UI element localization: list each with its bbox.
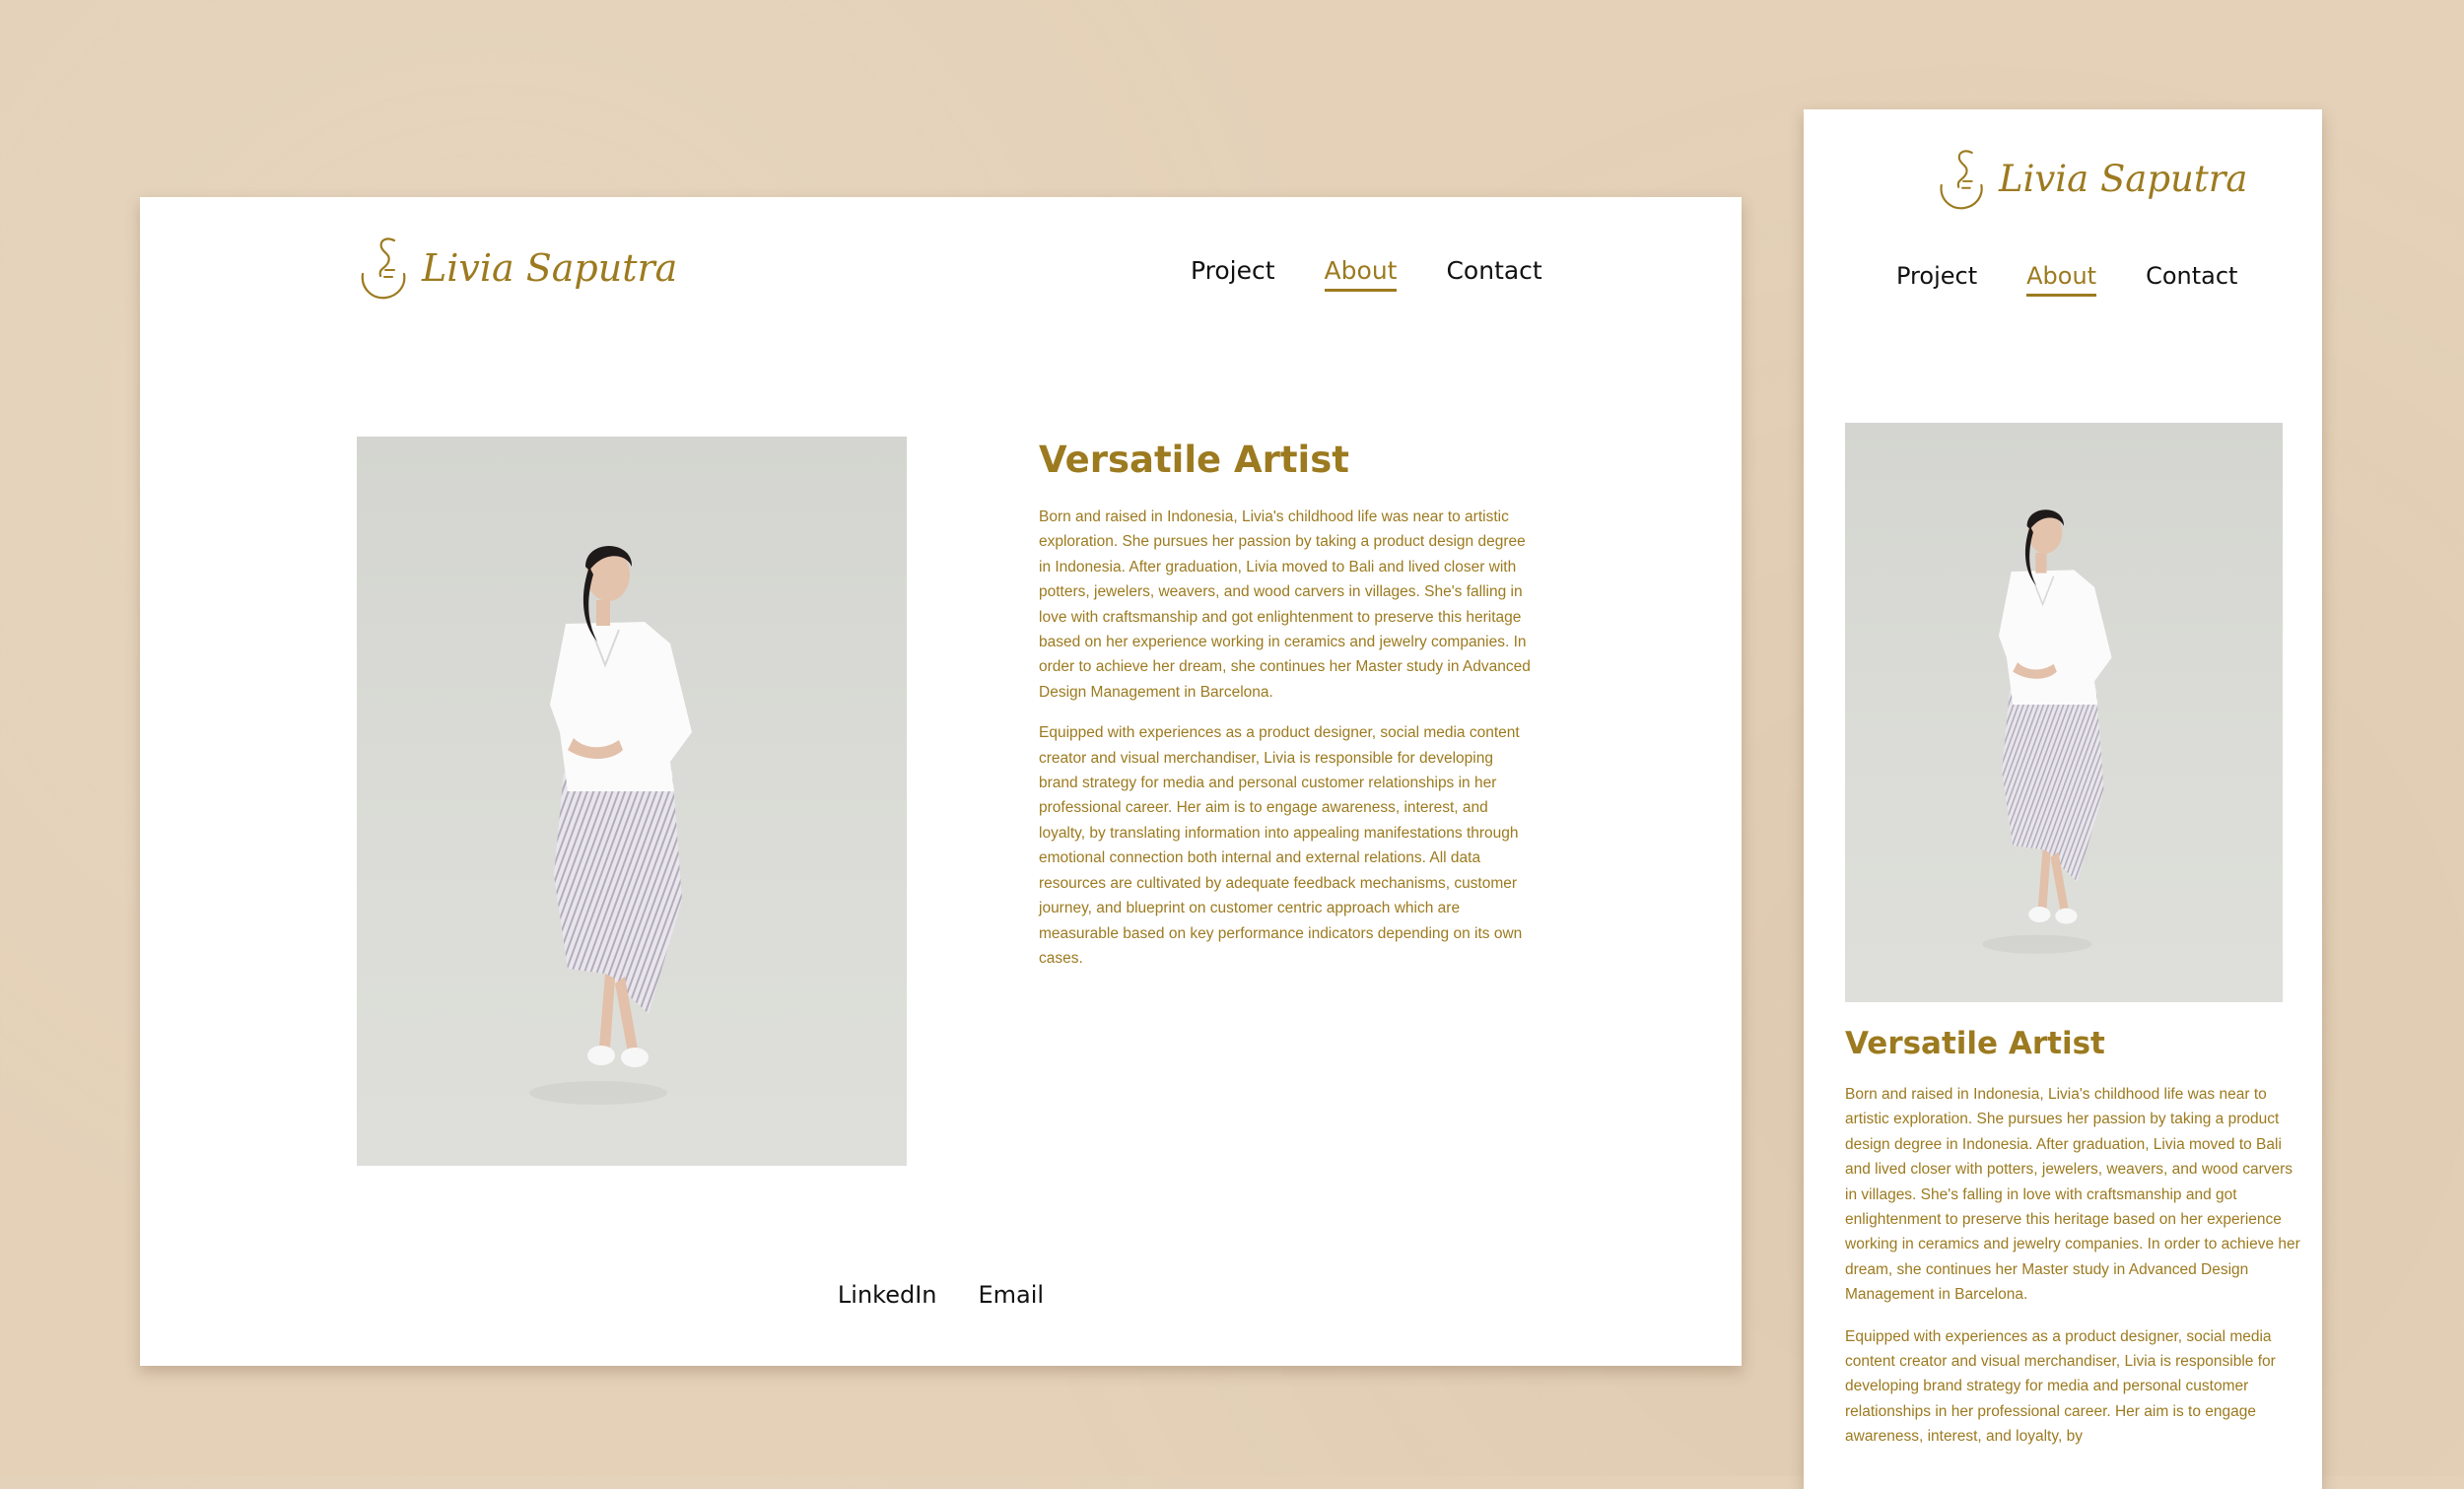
- brand-logo[interactable]: Livia Saputra: [355, 235, 677, 304]
- nav-about[interactable]: About: [2026, 262, 2097, 297]
- about-body: Born and raised in Indonesia, Livia's ch…: [1845, 1082, 2304, 1466]
- face-line-art-icon: [361, 237, 406, 300]
- about-paragraph: Equipped with experiences as a product d…: [1039, 724, 1523, 967]
- about-heading: Versatile Artist: [1039, 439, 1349, 481]
- nav-contact[interactable]: Contact: [1446, 256, 1541, 292]
- footer-links: LinkedIn Email: [140, 1281, 1742, 1309]
- about-body: Born and raised in Indonesia, Livia's ch…: [1039, 505, 1532, 986]
- nav-project[interactable]: Project: [1191, 256, 1275, 292]
- email-link[interactable]: Email: [979, 1281, 1045, 1309]
- profile-photo: [357, 437, 907, 1166]
- mobile-page-mockup: Livia Saputra Project About Contact Vers…: [1804, 109, 2322, 1489]
- profile-photo: [1845, 423, 2283, 1002]
- nav-project[interactable]: Project: [1896, 262, 1977, 297]
- about-paragraph: Equipped with experiences as a product d…: [1845, 1327, 2276, 1446]
- main-nav: Project About Contact: [1896, 262, 2237, 297]
- brand-logo[interactable]: Livia Saputra: [1934, 147, 2248, 214]
- brand-name: Livia Saputra: [422, 246, 678, 290]
- about-heading: Versatile Artist: [1845, 1026, 2105, 1061]
- nav-contact[interactable]: Contact: [2146, 262, 2237, 297]
- face-line-art-icon: [1940, 150, 1983, 210]
- about-paragraph: Born and raised in Indonesia, Livia's ch…: [1039, 508, 1531, 701]
- about-paragraph: Born and raised in Indonesia, Livia's ch…: [1845, 1086, 2300, 1304]
- main-nav: Project About Contact: [1191, 256, 1542, 292]
- desktop-page-mockup: Livia Saputra Project About Contact Vers…: [140, 197, 1742, 1366]
- linkedin-link[interactable]: LinkedIn: [838, 1281, 937, 1309]
- nav-about[interactable]: About: [1324, 256, 1398, 292]
- brand-name: Livia Saputra: [1999, 158, 2248, 200]
